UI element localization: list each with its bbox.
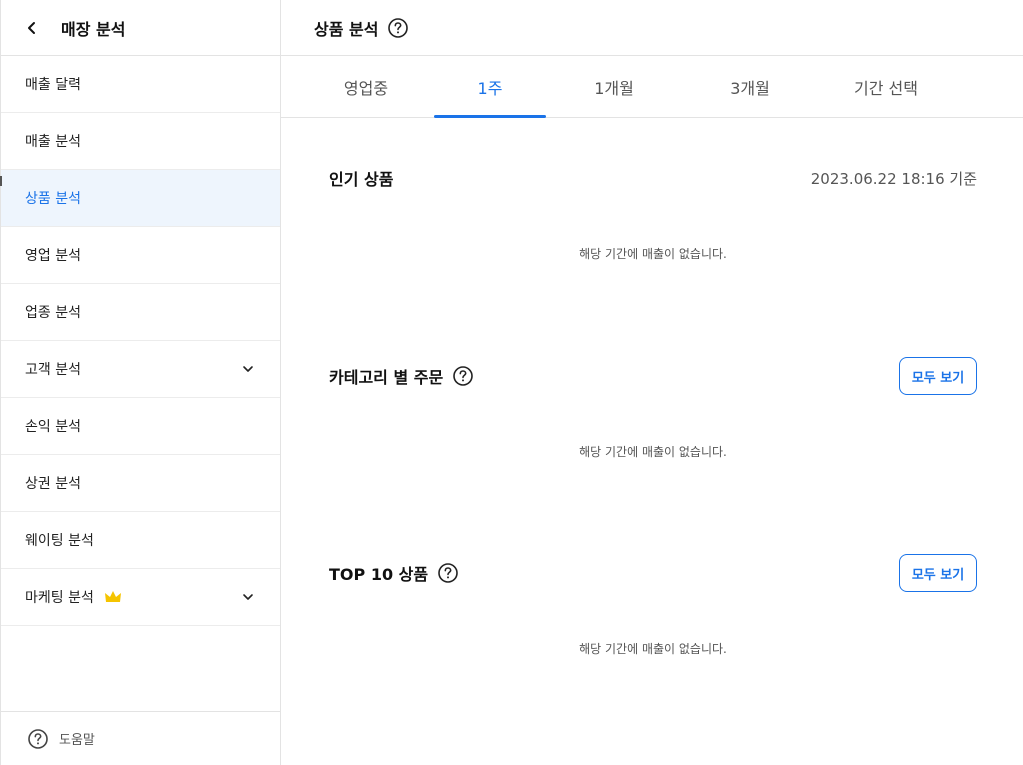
question-circle-icon[interactable]: [452, 365, 474, 387]
main-header: 상품 분석: [281, 0, 1023, 56]
section-title-wrap: 카테고리 별 주문: [329, 364, 474, 388]
section-title: TOP 10 상품: [329, 565, 429, 584]
question-circle-icon[interactable]: [387, 17, 409, 39]
sidebar-title: 매장 분석: [61, 19, 126, 39]
sidebar: 매장 분석 매출 달력 매출 분석 상품 분석 영업 분석 업종 분석 고객 분…: [0, 0, 281, 765]
timestamp: 2023.06.22 18:16 기준: [810, 169, 977, 188]
sidebar-item-industry-analysis[interactable]: 업종 분석: [1, 284, 280, 341]
sidebar-item-label: 영업 분석: [25, 248, 81, 264]
tab-1-week[interactable]: 1주: [434, 56, 546, 118]
sidebar-item-label: 매출 분석: [25, 134, 81, 150]
empty-message: 해당 기간에 매출이 없습니다.: [579, 642, 727, 656]
empty-message: 해당 기간에 매출이 없습니다.: [579, 247, 727, 261]
sidebar-item-waiting-analysis[interactable]: 웨이팅 분석: [1, 512, 280, 569]
sidebar-header: 매장 분석: [1, 0, 280, 56]
chevron-down-icon[interactable]: [242, 363, 254, 375]
view-all-button[interactable]: 모두 보기: [899, 554, 977, 592]
category-orders-section: 카테고리 별 주문 모두 보기 해당 기간에 매출이 없습니다.: [329, 356, 977, 460]
sidebar-item-business-analysis[interactable]: 영업 분석: [1, 227, 280, 284]
sidebar-item-label: 고객 분석: [25, 362, 81, 378]
tab-1-month[interactable]: 1개월: [546, 56, 682, 117]
view-all-button[interactable]: 모두 보기: [899, 357, 977, 395]
sidebar-item-label: 웨이팅 분석: [25, 533, 94, 549]
sidebar-item-label: 상권 분석: [25, 476, 81, 492]
period-tabs: 영업중 1주 1개월 3개월 기간 선택: [281, 56, 1023, 118]
sidebar-item-label-wrap: 마케팅 분석: [25, 587, 122, 607]
page-title: 상품 분석: [314, 19, 379, 39]
sidebar-item-customer-analysis[interactable]: 고객 분석: [1, 341, 280, 398]
sidebar-item-sales-analysis[interactable]: 매출 분석: [1, 113, 280, 170]
popular-products-section: 인기 상품 2023.06.22 18:16 기준 해당 기간에 매출이 없습니…: [329, 158, 977, 262]
question-circle-icon: [27, 728, 49, 750]
sidebar-item-label: 업종 분석: [25, 305, 81, 321]
help-label: 도움말: [59, 733, 95, 748]
crown-icon: [104, 590, 122, 604]
sidebar-item-label: 마케팅 분석: [25, 590, 94, 606]
sidebar-item-product-analysis[interactable]: 상품 분석: [0, 170, 280, 227]
question-circle-icon[interactable]: [437, 562, 459, 584]
empty-message: 해당 기간에 매출이 없습니다.: [579, 445, 727, 459]
section-title: 카테고리 별 주문: [329, 368, 444, 387]
section-header: 카테고리 별 주문 모두 보기: [329, 356, 977, 396]
chevron-down-icon[interactable]: [242, 591, 254, 603]
sidebar-item-trade-area-analysis[interactable]: 상권 분석: [1, 455, 280, 512]
help-link[interactable]: 도움말: [1, 711, 281, 765]
section-title-wrap: TOP 10 상품: [329, 561, 459, 585]
sidebar-item-sales-calendar[interactable]: 매출 달력: [1, 56, 280, 113]
tab-custom-period[interactable]: 기간 선택: [818, 56, 954, 117]
main-content: 상품 분석 영업중 1주 1개월 3개월 기간 선택 인기 상품 2023.06…: [281, 0, 1023, 765]
section-title: 인기 상품: [329, 170, 394, 189]
sidebar-item-marketing-analysis[interactable]: 마케팅 분석: [1, 569, 280, 626]
sidebar-item-label: 매출 달력: [25, 77, 81, 93]
app-window: 매장 분석 매출 달력 매출 분석 상품 분석 영업 분석 업종 분석 고객 분…: [0, 0, 1023, 765]
sidebar-item-label: 상품 분석: [25, 191, 81, 207]
section-header: TOP 10 상품 모두 보기: [329, 553, 977, 593]
tab-open[interactable]: 영업중: [298, 56, 434, 117]
section-header: 인기 상품 2023.06.22 18:16 기준: [329, 158, 977, 198]
sidebar-item-profit-loss-analysis[interactable]: 손익 분석: [1, 398, 280, 455]
tab-3-months[interactable]: 3개월: [682, 56, 818, 117]
back-icon[interactable]: [25, 19, 43, 37]
sidebar-item-label: 손익 분석: [25, 419, 81, 435]
top10-products-section: TOP 10 상품 모두 보기 해당 기간에 매출이 없습니다.: [329, 553, 977, 657]
